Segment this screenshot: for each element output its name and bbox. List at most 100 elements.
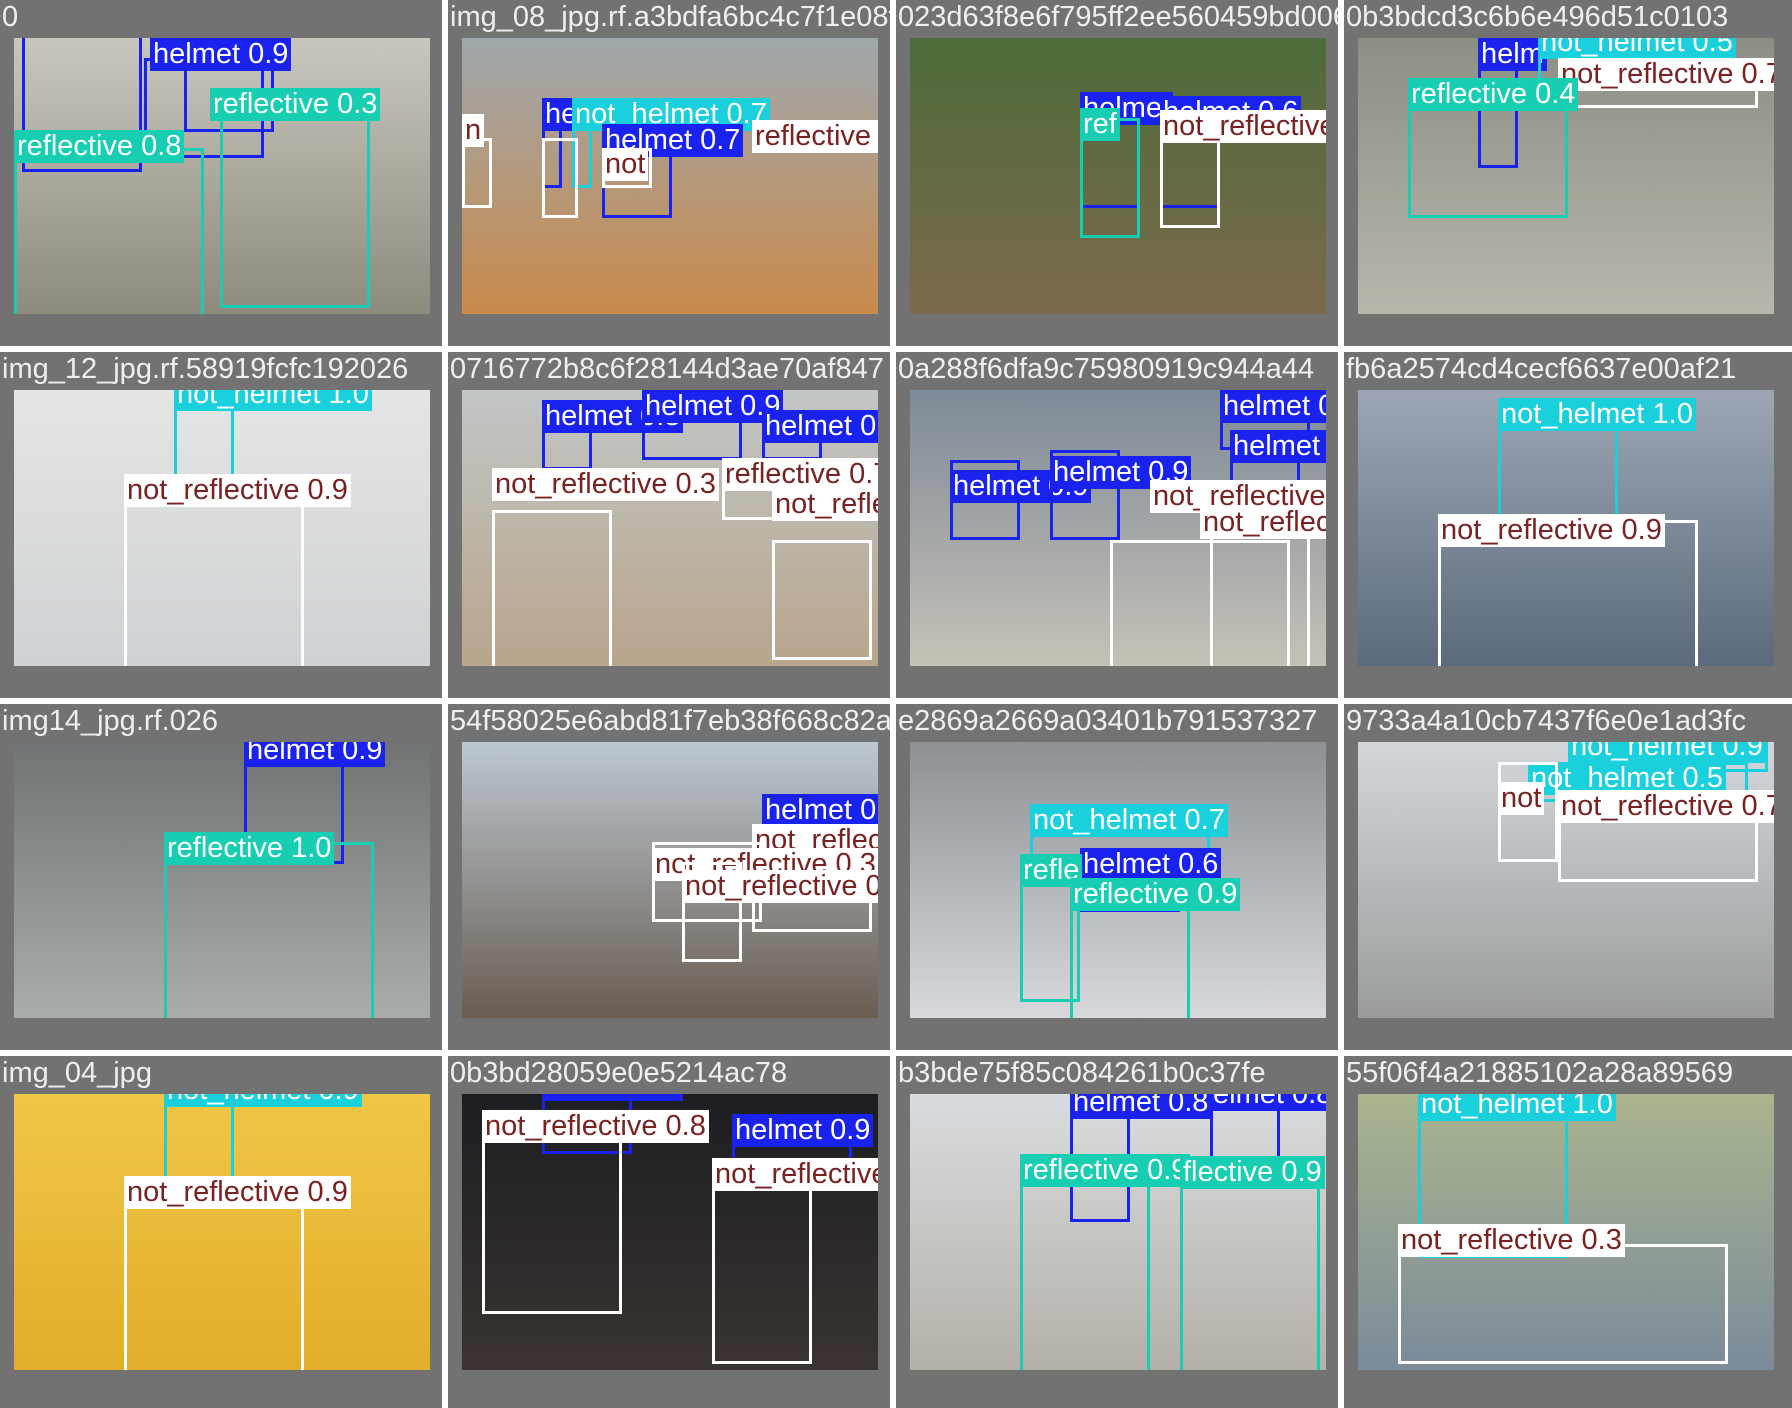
scene-photo: not_helmet 1.0 not_reflective 0.9 <box>1358 390 1774 666</box>
detection-label: reflective 1.0 <box>164 832 335 865</box>
scene-photo: not_helmet 0.9 not_helmet 0.5 not not_refle… <box>1358 742 1774 1018</box>
tile-title: img_12_jpg.rf.58919fcfc192026 <box>2 353 409 385</box>
mosaic-tile: 0b3bd28059e0e5214ac78helmet 0.9helmet 0.… <box>448 1056 890 1408</box>
mosaic-tile: fb6a2574cd4cecf6637e00af21 not_helmet 1.0… <box>1344 352 1792 698</box>
tile-title: 0b3bdcd3c6b6e496d51c0103 <box>1346 1 1729 33</box>
detection-label: not_reflective 0.3 <box>1398 1224 1625 1257</box>
bounding-box <box>14 148 204 314</box>
tile-title: 0716772b8c6f28144d3ae70af847 <box>450 353 884 385</box>
detection-label: not_reflective 0.8 <box>682 870 878 903</box>
detection-label: reflective 0.3 <box>210 88 381 121</box>
tile-title: 0b3bd28059e0e5214ac78 <box>450 1057 788 1089</box>
detection-label: not <box>602 148 649 181</box>
tile-title: b3bde75f85c084261b0c37fe <box>898 1057 1266 1089</box>
bounding-box <box>1398 1244 1728 1364</box>
mosaic-tile: 0 helmet 0.9helmet 0.8helmet 0.9reflectiv… <box>0 0 442 346</box>
scene-photo: helmet 0.8 elmet 0.8 reflective 0.9 flectiv… <box>910 1094 1326 1370</box>
detection-label: reflective 0.8 <box>752 120 878 153</box>
bounding-box <box>462 138 492 208</box>
bounding-box <box>492 510 612 666</box>
detection-label: helmet 0.9 <box>732 1114 874 1147</box>
scene-photo: helm not_helmet 0.5 not_reflective 0.7 refl… <box>1358 38 1774 314</box>
detection-label: not_reflective 0.9 <box>124 474 351 507</box>
detection-label: not_reflective 0.9 <box>772 488 878 521</box>
detection-label: not_reflective <box>1200 506 1326 539</box>
tile-title: 54f58025e6abd81f7eb38f668c82acc <box>450 705 890 737</box>
tile-title: fb6a2574cd4cecf6637e00af21 <box>1346 353 1737 385</box>
detection-label: not_helmet 1.0 <box>174 390 372 411</box>
tile-title: 55f06f4a21885102a28a89569 <box>1346 1057 1734 1089</box>
scene-photo: not_helmet 1.0 not_reflective 0.9 <box>14 390 430 666</box>
detection-label: elmet 0.8 <box>1210 1094 1326 1111</box>
detection-mosaic: 0helmet 0.9helmet 0.8helmet 0.9reflectiv… <box>0 0 1792 1408</box>
mosaic-tile: 023d63f8e6f795ff2ee560459bd00636 helmethe… <box>896 0 1338 346</box>
tile-title: 0 <box>2 1 19 33</box>
scene-photo: henot_helmet 0.7helmet 0.7reflective 0.8… <box>462 38 878 314</box>
mosaic-tile: 9733a4a10cb7437f6e0e1ad3fc not_helmet 0.9… <box>1344 704 1792 1050</box>
scene-photo: helmet 0.9helmet 0.9helmet 0.9helmet 0.9… <box>910 390 1326 666</box>
bounding-box <box>1020 1174 1150 1370</box>
bounding-box <box>482 1124 622 1314</box>
detection-label: reflective 0.9 <box>1070 878 1241 911</box>
scene-photo: helmet 0.9 reflective 1.0 <box>14 742 430 1018</box>
detection-label: helmet 0.9 <box>1230 430 1326 463</box>
bounding-box <box>124 1186 304 1370</box>
tile-title: 023d63f8e6f795ff2ee560459bd00636 <box>898 1 1338 33</box>
detection-label: helmet 0.9 <box>762 410 878 443</box>
mosaic-tile: e2869a2669a03401b791537327 not_helmet 0.7… <box>896 704 1338 1050</box>
tile-title: e2869a2669a03401b791537327 <box>898 705 1318 737</box>
detection-label: not <box>1498 782 1545 815</box>
detection-label: reflective 0.7 <box>722 458 878 491</box>
detection-label: not_reflective 0.8 <box>1160 110 1326 143</box>
bounding-box <box>712 1164 812 1364</box>
detection-label: helmet 0.9 <box>244 742 386 767</box>
scene-photo: helmethelmet 0.6refnot_reflective 0.8 <box>910 38 1326 314</box>
detection-label: helmet 0.8 <box>1070 1094 1212 1119</box>
scene-photo: not_helmet 1.0 not_reflective 0.3 <box>1358 1094 1774 1370</box>
detection-label: not_reflective 0.8 <box>482 1110 709 1143</box>
detection-label: not_helmet 0.9 <box>1568 742 1766 763</box>
mosaic-tile: 0a288f6dfa9c75980919c944a44 helmet 0.9 hel… <box>896 352 1338 698</box>
bounding-box <box>1210 530 1310 666</box>
detection-label: helmet 0.9 <box>150 38 292 71</box>
detection-label: not_reflective 0.3 <box>492 468 719 501</box>
detection-label: flective 0.9 <box>1180 1156 1325 1189</box>
mosaic-tile: 54f58025e6abd81f7eb38f668c82acc helmet 0.… <box>448 704 890 1050</box>
bounding-box <box>542 138 578 218</box>
scene-photo: not_helmet 0.9 not_reflective 0.9 <box>14 1094 430 1370</box>
detection-label: not_helmet 1.0 <box>1498 398 1696 431</box>
detection-label: not_reflective 0.7 <box>1558 58 1774 91</box>
detection-label: not_helmet 0.7 <box>1030 804 1228 837</box>
detection-label: not_helmet 0.9 <box>164 1094 362 1107</box>
bounding-box <box>164 842 374 1018</box>
scene-photo: helmet 0.9 helmet 0.9 not_reflective 0.8no… <box>462 1094 878 1370</box>
detection-label: reflective 0.9 <box>1020 1154 1191 1187</box>
detection-label: helmet 0.6 <box>1080 848 1222 881</box>
detection-label: helmet 0.9 <box>762 794 878 827</box>
scene-photo: not_helmet 0.7 helmet 0.6 refle reflective … <box>910 742 1326 1018</box>
mosaic-tile: img_08_jpg.rf.a3bdfa6bc4c7f1e08f1a6d47b5… <box>448 0 890 346</box>
bounding-box <box>1408 98 1568 218</box>
bounding-box <box>220 108 370 308</box>
tile-title: img_04_jpg <box>2 1057 152 1089</box>
tile-title: 9733a4a10cb7437f6e0e1ad3fc <box>1346 705 1746 737</box>
detection-label: not_reflective 0.7 <box>1558 790 1774 823</box>
mosaic-tile: img14_jpg.rf.026helmet 0.9 reflective 1.0 <box>0 704 442 1050</box>
mosaic-tile: img_04_jpg not_helmet 0.9 not_reflective 0… <box>0 1056 442 1408</box>
mosaic-tile: 0b3bdcd3c6b6e496d51c0103 helm not_helmet 0… <box>1344 0 1792 346</box>
detection-label: helm <box>1478 38 1547 71</box>
mosaic-tile: 55f06f4a21885102a28a89569 not_helmet 1.0 n… <box>1344 1056 1792 1408</box>
tile-title: img14_jpg.rf.026 <box>2 705 219 737</box>
mosaic-tile: img_12_jpg.rf.58919fcfc192026 not_helmet … <box>0 352 442 698</box>
mosaic-tile: b3bde75f85c084261b0c37fe helmet 0.8 elmet … <box>896 1056 1338 1408</box>
scene-photo: helmet 0.9helmet 0.8helmet 0.9reflective… <box>14 38 430 314</box>
detection-label: helmet 0.9 <box>1220 390 1326 423</box>
detection-label: helmet 0.9 <box>542 1094 684 1101</box>
detection-label: reflective 0.8 <box>14 130 185 163</box>
bounding-box <box>124 494 304 666</box>
detection-label: not_reflective 0.9 <box>712 1158 878 1191</box>
detection-label: not_helmet 0.5 <box>1538 38 1736 59</box>
tile-title: img_08_jpg.rf.a3bdfa6bc4c7f1e08f1a6d47b5… <box>450 1 890 33</box>
bounding-box <box>1160 128 1220 228</box>
detection-label: not_helmet 1.0 <box>1418 1094 1616 1121</box>
